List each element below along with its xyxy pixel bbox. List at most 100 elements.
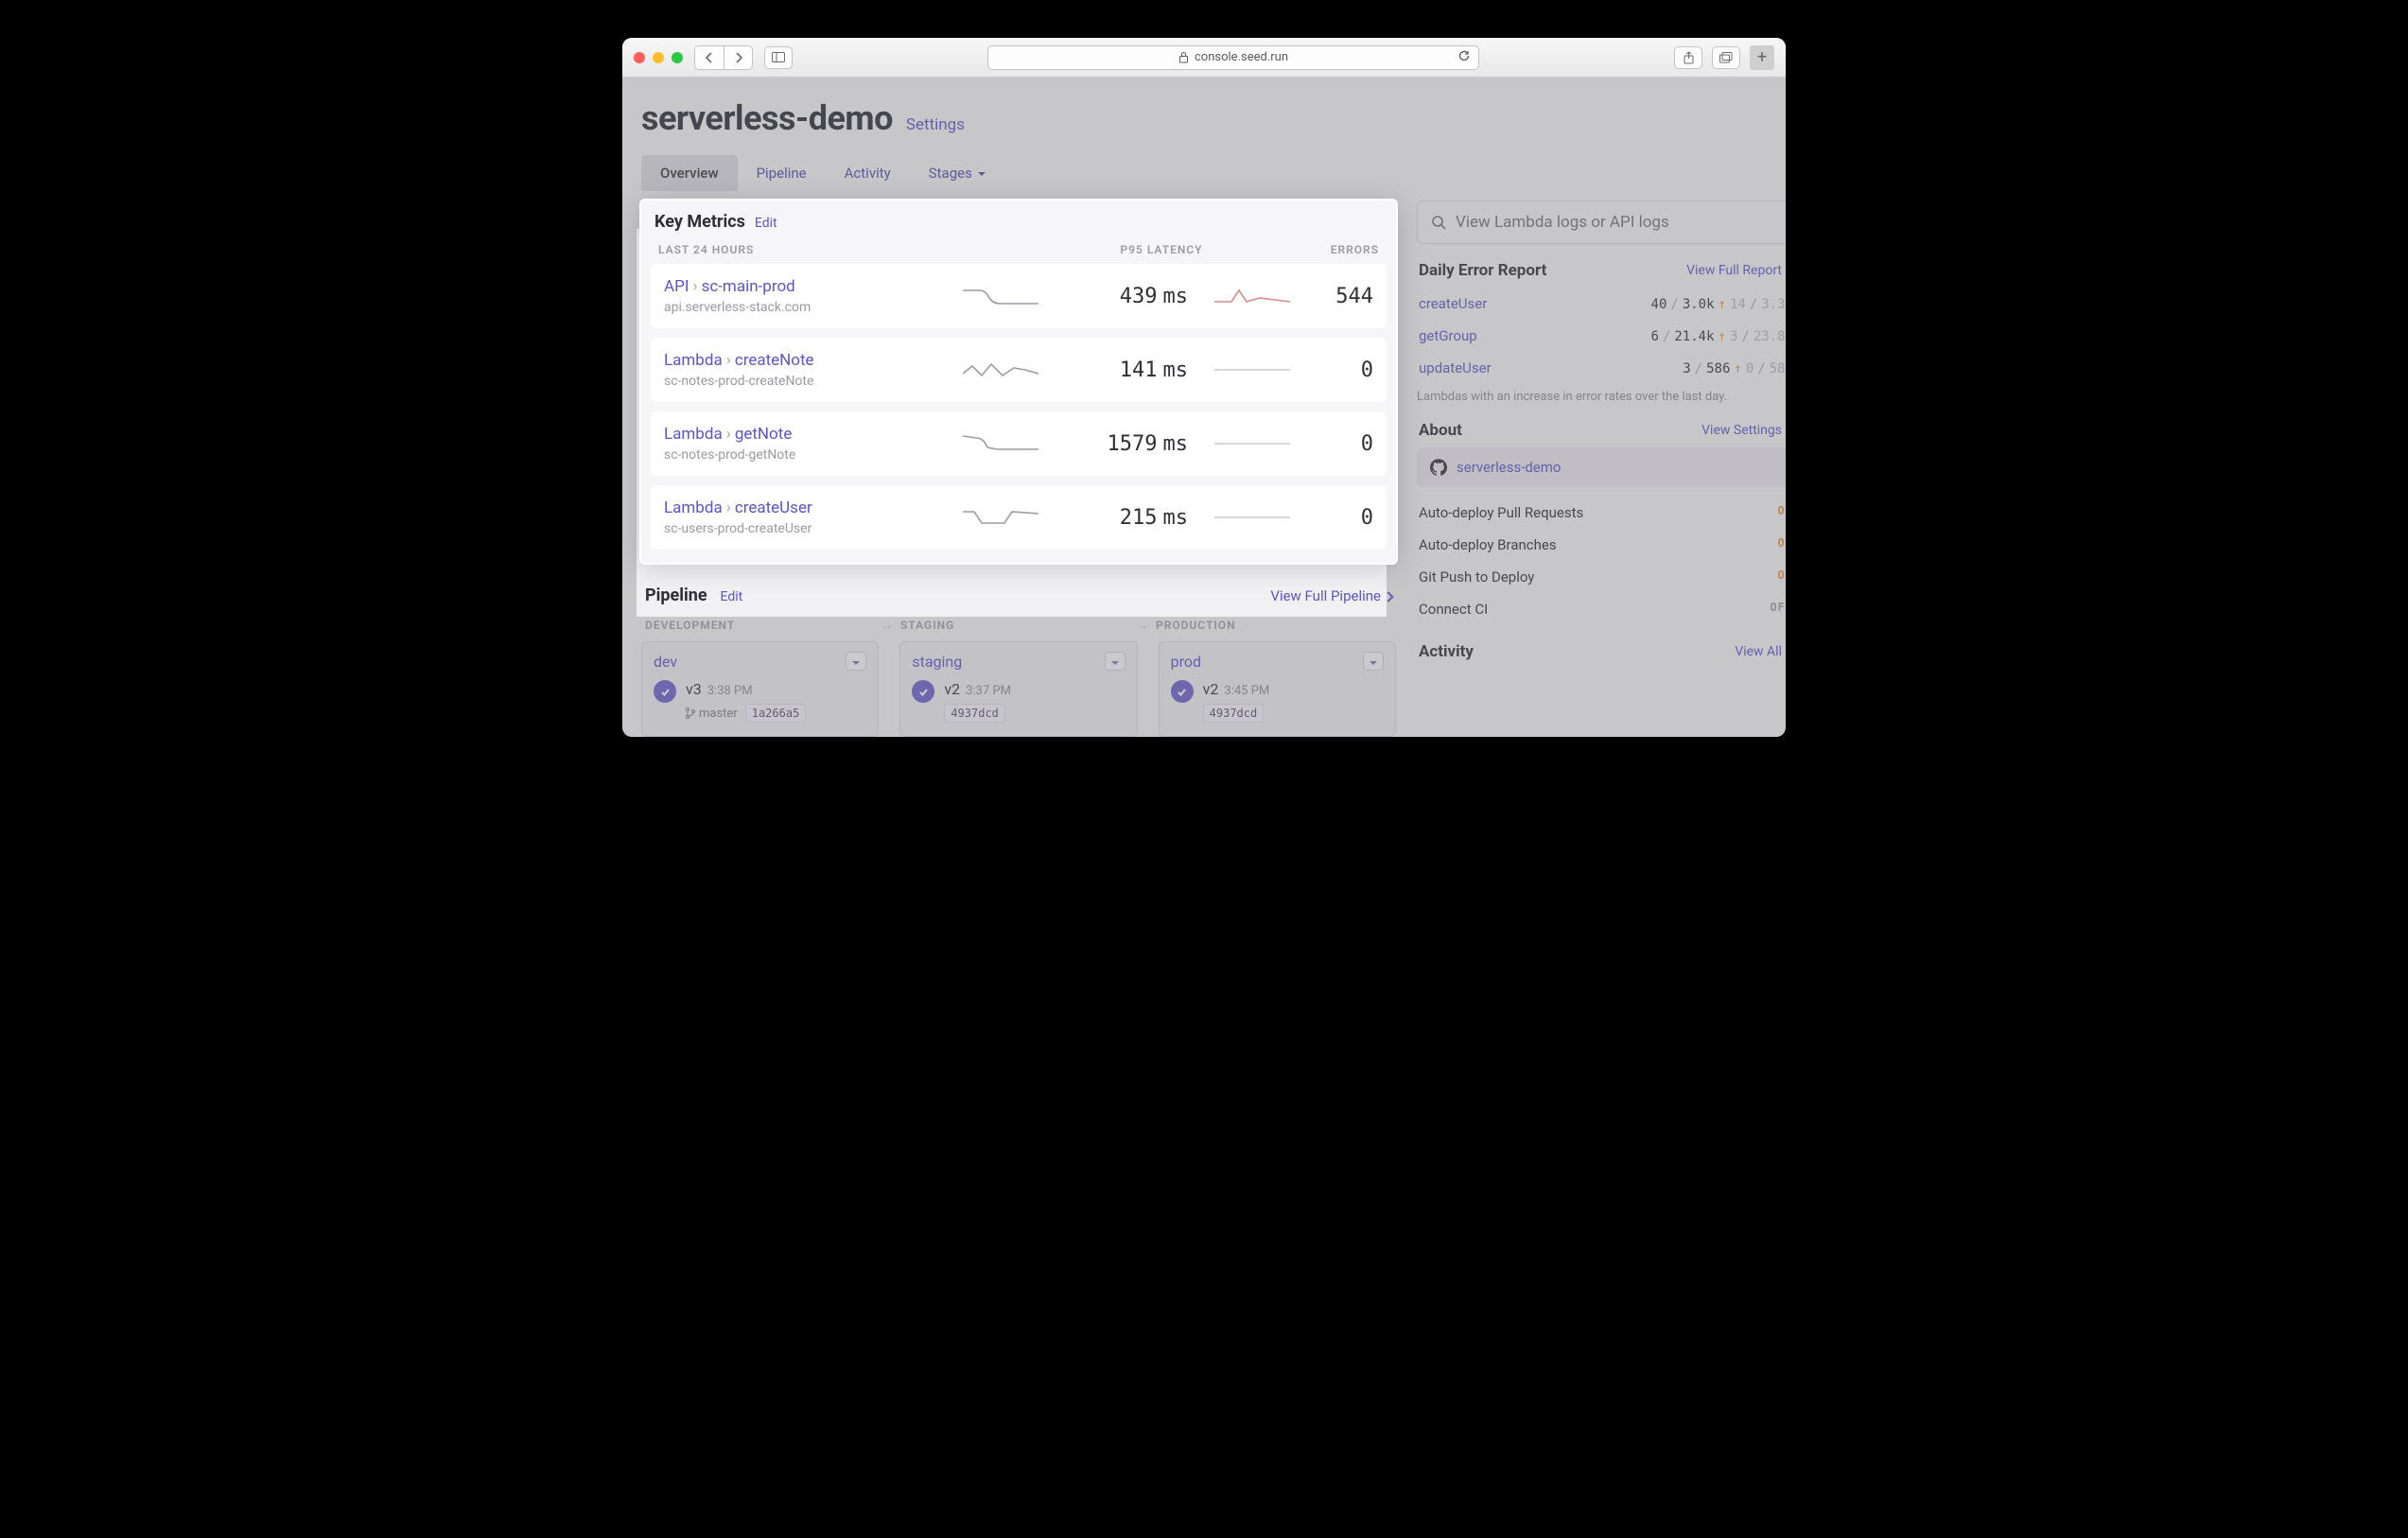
commit-sha[interactable]: 1a266a5	[745, 704, 807, 723]
metric-row[interactable]: Lambda›createUser sc-users-prod-createUs…	[651, 485, 1387, 550]
column-header-latency: P95 LATENCY	[1057, 243, 1265, 256]
stage-label-dev: DEVELOPMENT	[645, 619, 881, 632]
error-fn-name[interactable]: updateUser	[1419, 359, 1492, 376]
new-tab-button[interactable]: +	[1750, 45, 1774, 70]
chevron-down-icon	[1111, 653, 1119, 671]
metric-type: Lambda	[664, 425, 723, 444]
metric-type: API	[664, 277, 689, 296]
commit-sha[interactable]: 4937dcd	[944, 704, 1005, 723]
close-window-icon[interactable]	[634, 52, 645, 63]
metric-type: Lambda	[664, 498, 723, 517]
stage-menu-button[interactable]	[846, 652, 866, 671]
commit-sha[interactable]: 4937dcd	[1203, 704, 1265, 723]
activity-panel: Activity View All	[1417, 642, 1786, 663]
tab-activity[interactable]: Activity	[826, 155, 910, 191]
latency-unit: ms	[1163, 358, 1189, 382]
latency-value: 1579	[1108, 432, 1158, 456]
sidebar-toggle-button[interactable]	[764, 46, 793, 69]
stage-name: dev	[654, 653, 677, 671]
stage-card-dev[interactable]: dev v33:38 PM master 1a2	[641, 641, 879, 737]
error-sparkline-icon	[1214, 508, 1290, 527]
metric-type: Lambda	[664, 351, 723, 370]
build-time: 3:38 PM	[707, 684, 753, 698]
error-row[interactable]: updateUser 3/586↑0/588	[1417, 352, 1786, 384]
build-version: v2	[1203, 680, 1219, 698]
error-stat: 0	[1746, 361, 1754, 376]
error-fn-name[interactable]: createUser	[1419, 295, 1487, 312]
tab-pipeline[interactable]: Pipeline	[738, 155, 826, 191]
stage-card-prod[interactable]: prod v23:45 PM 4937dcd	[1159, 641, 1396, 737]
reload-icon[interactable]	[1457, 49, 1471, 66]
error-row[interactable]: createUser 40/3.0k↑14/3.3k	[1417, 288, 1786, 320]
error-report-title: Daily Error Report	[1419, 261, 1546, 280]
url-text: console.seed.run	[1195, 50, 1288, 64]
nav-tabs: Overview Pipeline Activity Stages	[641, 155, 1767, 191]
error-count: 544	[1307, 285, 1373, 308]
page: serverless-demo Settings Overview Pipeli…	[622, 78, 1786, 737]
tab-stages[interactable]: Stages	[910, 155, 1004, 191]
success-icon	[654, 680, 676, 703]
pipeline-title: Pipeline	[645, 585, 707, 605]
pipeline-edit[interactable]: Edit	[721, 589, 743, 604]
tabs-button[interactable]	[1712, 46, 1740, 69]
stage-card-staging[interactable]: staging v23:37 PM 4937dcd	[899, 641, 1137, 737]
error-sparkline-icon	[1214, 434, 1290, 453]
arrow-right-icon: →	[881, 619, 900, 632]
settings-link[interactable]: Settings	[906, 115, 965, 134]
titlebar: console.seed.run +	[622, 38, 1786, 78]
error-sparkline-icon	[1214, 360, 1290, 379]
toggle-state[interactable]: ON	[1778, 536, 1786, 553]
error-stat: 21.4k	[1674, 329, 1714, 344]
stage-menu-button[interactable]	[1363, 652, 1384, 671]
error-stat: 23.8k	[1754, 329, 1786, 344]
back-button[interactable]	[695, 46, 724, 69]
log-search-input[interactable]: View Lambda logs or API logs	[1417, 201, 1786, 244]
tab-overview[interactable]: Overview	[641, 155, 738, 191]
minimize-window-icon[interactable]	[653, 52, 664, 63]
error-fn-name[interactable]: getGroup	[1419, 327, 1477, 344]
search-icon	[1431, 215, 1446, 230]
error-row[interactable]: getGroup 6/21.4k↑3/23.8k	[1417, 320, 1786, 352]
maximize-window-icon[interactable]	[672, 52, 683, 63]
view-full-report-link[interactable]: View Full Report	[1686, 263, 1786, 278]
chevron-right-icon	[1385, 587, 1392, 604]
address-bar[interactable]: console.seed.run	[987, 45, 1479, 70]
view-settings-link[interactable]: View Settings	[1701, 423, 1786, 438]
metric-name: getNote	[735, 425, 793, 444]
toggle-state[interactable]: ON	[1778, 568, 1786, 585]
toggle-state[interactable]: ON	[1778, 504, 1786, 521]
error-report-panel: Daily Error Report View Full Report crea…	[1417, 261, 1786, 404]
latency-sparkline-icon	[963, 504, 1038, 531]
column-header-errors: ERRORS	[1265, 243, 1379, 256]
toggle-state[interactable]: OFF	[1770, 601, 1786, 618]
latency-value: 439	[1120, 285, 1158, 308]
view-all-activity-link[interactable]: View All	[1735, 644, 1786, 659]
repo-name: serverless-demo	[1457, 459, 1561, 476]
metric-subtitle: api.serverless-stack.com	[664, 300, 963, 315]
repo-link[interactable]: serverless-demo	[1417, 447, 1786, 487]
chevron-down-icon	[852, 653, 860, 671]
error-stat: 3.0k	[1683, 297, 1715, 312]
forward-button[interactable]	[724, 46, 752, 69]
browser-window: console.seed.run + serverless-demo Setti…	[622, 38, 1786, 737]
share-button[interactable]	[1674, 46, 1702, 69]
view-full-report-label: View Full Report	[1686, 263, 1782, 278]
lock-icon	[1178, 51, 1189, 63]
view-full-pipeline-link[interactable]: View Full Pipeline	[1270, 587, 1392, 604]
error-stat: 40	[1651, 297, 1667, 312]
metric-row[interactable]: API›sc-main-prod api.serverless-stack.co…	[651, 264, 1387, 328]
metric-subtitle: sc-notes-prod-createNote	[664, 374, 963, 389]
search-placeholder: View Lambda logs or API logs	[1456, 213, 1669, 232]
error-stat: 3	[1683, 361, 1690, 376]
metric-row[interactable]: Lambda›getNote sc-notes-prod-getNote 157…	[651, 411, 1387, 476]
latency-sparkline-icon	[963, 357, 1038, 383]
about-label: Auto-deploy Pull Requests	[1419, 504, 1583, 521]
metric-subtitle: sc-users-prod-createUser	[664, 521, 963, 536]
about-label: Auto-deploy Branches	[1419, 536, 1557, 553]
error-stat: 588	[1770, 361, 1786, 376]
stage-name: prod	[1171, 653, 1201, 671]
key-metrics-edit[interactable]: Edit	[755, 216, 777, 231]
about-panel: About View Settings serverless-demo Auto…	[1417, 421, 1786, 625]
stage-menu-button[interactable]	[1105, 652, 1125, 671]
metric-row[interactable]: Lambda›createNote sc-notes-prod-createNo…	[651, 338, 1387, 402]
